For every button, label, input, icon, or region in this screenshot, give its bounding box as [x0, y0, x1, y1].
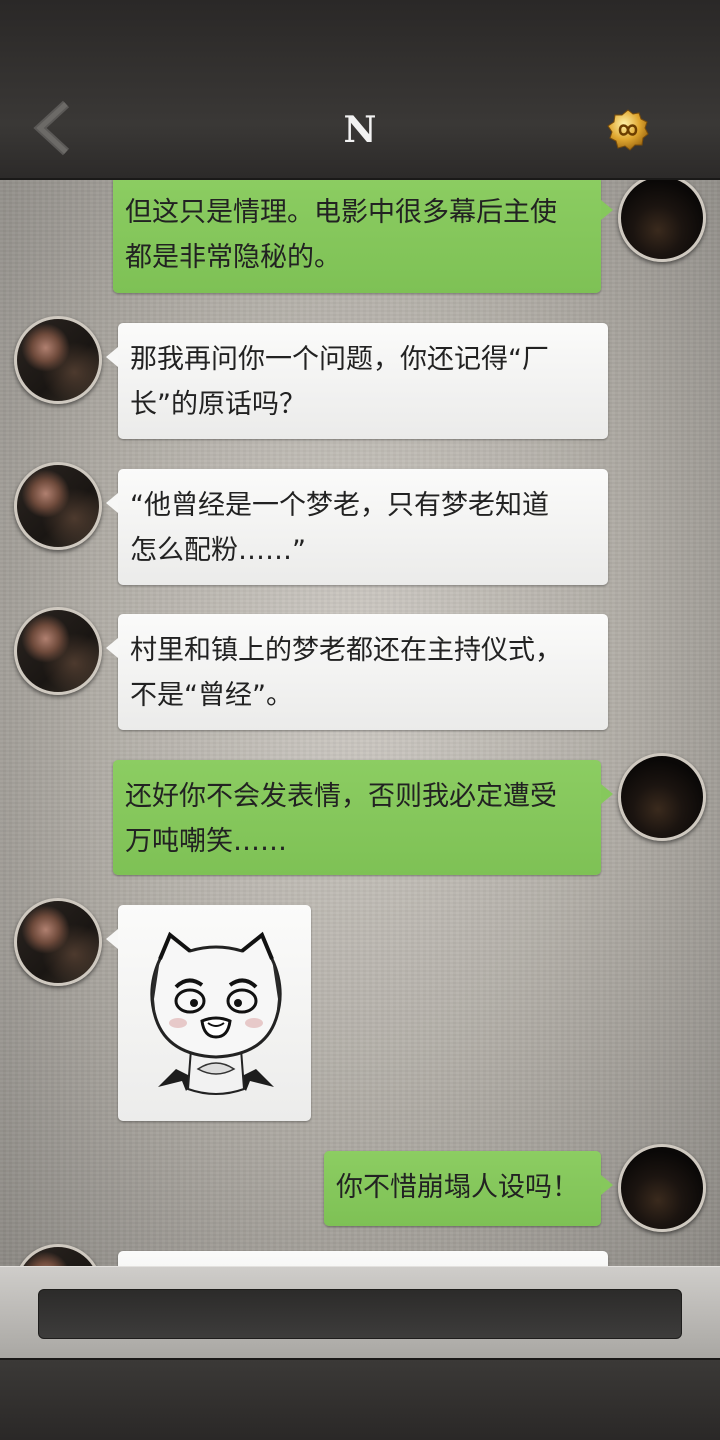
message-bubble[interactable]: “他曾经是一个梦老，只有梦老知道 怎么配粉……” [106, 469, 608, 585]
message-text-line: 不是“曾经”。 [130, 680, 293, 711]
message-text-line: 但这只是情理。电影中很多幕后主使 [125, 197, 557, 228]
contact-avatar[interactable] [14, 898, 102, 986]
back-button[interactable] [30, 100, 80, 156]
menu-button[interactable] [606, 108, 650, 152]
self-avatar[interactable] [618, 180, 706, 262]
chevron-left-icon [33, 100, 70, 156]
message-bubble[interactable]: 你不惜崩塌人设吗！ [324, 1151, 613, 1226]
contact-avatar[interactable] [14, 607, 102, 695]
message-text-line: “他曾经是一个梦老，只有梦老知道 [130, 490, 549, 521]
message-bubble[interactable]: 还好你不会发表情，否则我必定遭受 万吨嘲笑…… [113, 760, 613, 875]
message-text-line: 那我再问你一个问题，你还记得“厂 [130, 344, 549, 375]
chat-area[interactable]: 但这只是情理。电影中很多幕后主使 都是非常隐秘的。 那我再问你一个问题，你还记得… [0, 180, 720, 1266]
contact-avatar[interactable] [14, 316, 102, 404]
message-text-line: 长”的原话吗？ [130, 389, 306, 420]
contact-avatar[interactable] [14, 462, 102, 550]
self-avatar[interactable] [618, 1144, 706, 1232]
message-input[interactable] [38, 1289, 682, 1339]
message-bubble[interactable]: 但这只是情理。电影中很多幕后主使 都是非常隐秘的。 [113, 180, 613, 293]
message-bubble[interactable]: 那我再问你一个问题，你还记得“厂 长”的原话吗？ [106, 323, 608, 439]
message-bubble[interactable] [118, 1251, 608, 1266]
message-text-line: 村里和镇上的梦老都还在主持仪式， [130, 635, 562, 666]
input-bar [0, 1266, 720, 1358]
message-bubble[interactable]: 村里和镇上的梦老都还在主持仪式， 不是“曾经”。 [106, 614, 608, 730]
contact-avatar[interactable] [14, 1244, 102, 1266]
sticker-message[interactable] [106, 905, 311, 1121]
message-text-line: 你不惜崩塌人设吗！ [336, 1172, 579, 1203]
cartoon-cat-sticker [150, 931, 282, 1095]
gold-infinity-badge-icon [607, 109, 649, 151]
bottom-bar [0, 1358, 720, 1440]
message-text-line: 怎么配粉……” [130, 535, 306, 566]
top-bar: N [0, 0, 720, 180]
message-text-line: 还好你不会发表情，否则我必定遭受 [125, 781, 557, 812]
self-avatar[interactable] [618, 753, 706, 841]
chat-title: N [343, 109, 377, 151]
message-text-line: 都是非常隐秘的。 [125, 242, 341, 273]
message-text-line: 万吨嘲笑…… [125, 826, 287, 857]
